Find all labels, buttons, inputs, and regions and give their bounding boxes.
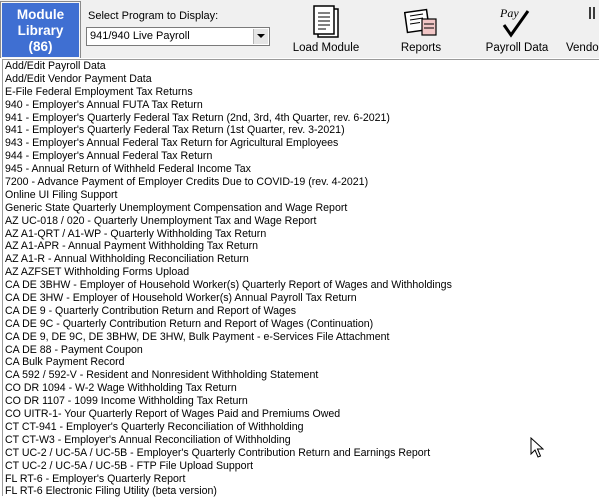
program-list-item[interactable]: Online UI Filing Support — [5, 189, 595, 202]
reports-label: Reports — [400, 42, 442, 54]
program-list-item[interactable]: CA Bulk Payment Record — [5, 356, 595, 369]
program-list-item[interactable]: CA DE 88 - Payment Coupon — [5, 344, 595, 357]
program-list-item[interactable]: CA 592 / 592-V - Resident and Nonresiden… — [5, 369, 595, 382]
program-list-item[interactable]: CO UITR-1- Your Quarterly Report of Wage… — [5, 408, 595, 421]
module-library-line2: Library — [17, 23, 64, 38]
program-list-item[interactable]: AZ UC-018 / 020 - Quarterly Unemployment… — [5, 215, 595, 228]
payroll-data-button[interactable]: Pay Payroll Data — [480, 3, 554, 55]
document-icon — [313, 5, 339, 38]
program-list-item[interactable]: CA DE 3BHW - Employer of Household Worke… — [5, 279, 595, 292]
load-module-button[interactable]: Load Module — [284, 3, 368, 55]
program-list-item[interactable]: CA DE 9 - Quarterly Contribution Return … — [5, 305, 595, 318]
program-list-item[interactable]: 7200 - Advance Payment of Employer Credi… — [5, 176, 595, 189]
program-list[interactable]: Add/Edit Payroll Data Add/Edit Vendor Pay… — [5, 60, 595, 498]
program-list-item[interactable]: CA DE 9C - Quarterly Contribution Return… — [5, 318, 595, 331]
program-list-item[interactable]: 941 - Employer's Quarterly Federal Tax R… — [5, 112, 595, 125]
program-list-panel: Add/Edit Payroll Data Add/Edit Vendor Pay… — [0, 58, 599, 497]
pay-check-icon: Pay — [499, 6, 530, 38]
reports-button[interactable]: Reports — [392, 3, 450, 55]
toolbar: Module Library (86) Select Program to Di… — [0, 0, 599, 59]
program-list-item[interactable]: E-File Federal Employment Tax Returns — [5, 86, 595, 99]
program-list-item[interactable]: AZ A1-APR - Annual Payment Withholding T… — [5, 240, 595, 253]
program-list-item[interactable]: 940 - Employer's Annual FUTA Tax Return — [5, 99, 595, 112]
dropdown-arrow-button[interactable] — [253, 29, 268, 44]
program-list-item[interactable]: Add/Edit Vendor Payment Data — [5, 73, 595, 86]
program-list-item[interactable]: 943 - Employer's Annual Federal Tax Retu… — [5, 137, 595, 150]
mouse-pointer-icon — [530, 437, 544, 458]
program-list-item[interactable]: CT CT-941 - Employer's Quarterly Reconci… — [5, 421, 595, 434]
program-list-item[interactable]: Generic State Quarterly Unemployment Com… — [5, 202, 595, 215]
vendor-label: Vendo — [566, 42, 599, 54]
program-select-value: 941/940 Live Payroll — [90, 30, 190, 42]
program-list-item[interactable]: AZ A1-R - Annual Withholding Reconciliat… — [5, 253, 595, 266]
program-list-item[interactable]: 944 - Employer's Annual Federal Tax Retu… — [5, 150, 595, 163]
chevron-down-icon — [257, 34, 265, 38]
module-library-button[interactable]: Module Library (86) — [0, 1, 81, 58]
program-list-item[interactable]: CT CT-W3 - Employer's Annual Reconciliat… — [5, 434, 595, 447]
program-list-item[interactable]: CO DR 1094 - W-2 Wage Withholding Tax Re… — [5, 382, 595, 395]
program-list-item[interactable]: 945 - Annual Return of Withheld Federal … — [5, 163, 595, 176]
module-library-line1: Module — [16, 7, 65, 22]
select-program-label: Select Program to Display: — [88, 10, 219, 22]
payroll-data-label: Payroll Data — [485, 42, 549, 54]
program-list-item[interactable]: AZ A1-QRT / A1-WP - Quarterly Withholdin… — [5, 228, 595, 241]
program-list-item[interactable]: 941 - Employer's Quarterly Federal Tax R… — [5, 124, 595, 137]
program-list-item[interactable]: CT UC-2 / UC-5A / UC-5B - FTP File Uploa… — [5, 460, 595, 473]
program-list-item[interactable]: CA DE 9, DE 9C, DE 3BHW, DE 3HW, Bulk Pa… — [5, 331, 595, 344]
program-select[interactable]: 941/940 Live Payroll — [86, 27, 270, 46]
program-list-item[interactable]: FL RT-6 - Employer's Quarterly Report — [5, 473, 595, 486]
report-icon — [404, 8, 437, 36]
pay-icon-text: Pay — [499, 6, 519, 20]
vendor-button[interactable]: Vendo — [566, 3, 599, 55]
program-list-item[interactable]: FL RT-6 Electronic Filing Utility (beta … — [5, 485, 595, 498]
module-library-count: (86) — [28, 39, 53, 54]
program-list-item[interactable]: Add/Edit Payroll Data — [5, 60, 595, 73]
program-list-item[interactable]: CA DE 3HW - Employer of Household Worker… — [5, 292, 595, 305]
load-module-label: Load Module — [292, 42, 360, 54]
program-list-item[interactable]: CT UC-2 / UC-5A / UC-5B - Employer's Qua… — [5, 447, 595, 460]
program-list-item[interactable]: CO DR 1107 - 1099 Income Withholding Tax… — [5, 395, 595, 408]
vendor-icon — [589, 7, 595, 19]
program-list-item[interactable]: AZ AZFSET Withholding Forms Upload — [5, 266, 595, 279]
